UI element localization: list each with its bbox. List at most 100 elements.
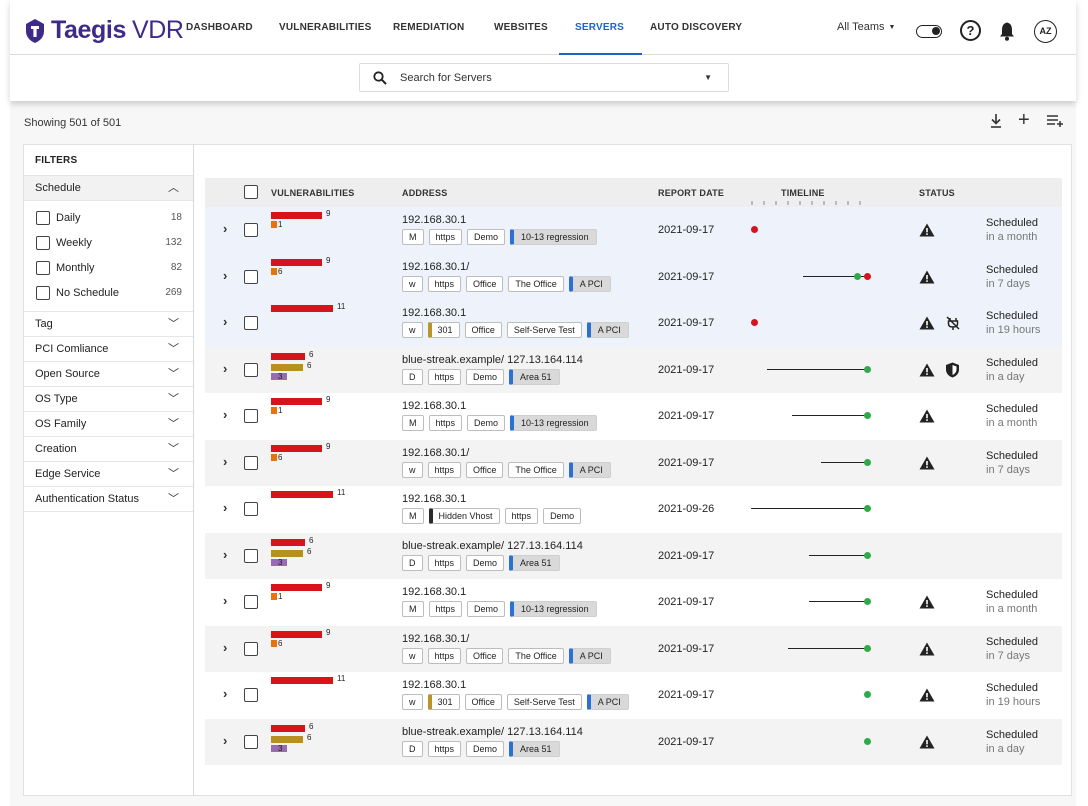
- table-row[interactable]: › 9 1 192.168.30.1 Mhttps Demo 10-13 regressio…: [205, 579, 1062, 626]
- table-row[interactable]: › 6 6 3 blue-streak.example/ 127.13.164.114 D…: [205, 532, 1062, 579]
- tag-chip[interactable]: The Office: [508, 647, 564, 664]
- filter-section-edge-service[interactable]: Edge Service ﹀: [24, 462, 193, 487]
- tag-chip[interactable]: Demo: [543, 508, 582, 524]
- expand-chevron-icon[interactable]: ›: [223, 268, 227, 283]
- tag-chip[interactable]: A PCI: [586, 322, 629, 338]
- timeline-dot-green[interactable]: [864, 644, 871, 652]
- row-checkbox[interactable]: [244, 688, 258, 702]
- tag-chip[interactable]: The Office: [508, 461, 564, 478]
- tag-chip[interactable]: A PCI: [568, 461, 611, 478]
- tab-vulnerabilities[interactable]: VULNERABILITIES: [279, 0, 371, 55]
- table-row[interactable]: › 9 6 192.168.30.1/w https Office The Office A …: [205, 439, 1062, 486]
- timeline-dot-red[interactable]: [751, 226, 758, 233]
- table-row[interactable]: › 11 192.168.30.1 w 301 Office Self-Serve Test…: [205, 300, 1062, 347]
- download-icon[interactable]: [989, 113, 1003, 134]
- timeline-dot-green[interactable]: [854, 272, 861, 280]
- tag-chip[interactable]: M: [402, 508, 424, 524]
- header-address[interactable]: ADDRESS: [402, 188, 447, 198]
- tag-chip[interactable]: Area 51: [509, 368, 560, 385]
- timeline-dot-green[interactable]: [864, 551, 871, 559]
- tag-chip[interactable]: https: [428, 601, 463, 617]
- warning-icon[interactable]: [919, 270, 935, 289]
- tag-chip[interactable]: 10-13 regression: [510, 415, 597, 431]
- filter-section-tag[interactable]: Tag ﹀: [24, 312, 193, 337]
- tag-chip[interactable]: D: [402, 554, 423, 571]
- expand-chevron-icon[interactable]: ›: [223, 361, 227, 376]
- filter-option-weekly[interactable]: Weekly 132: [24, 230, 193, 255]
- expand-chevron-icon[interactable]: ›: [223, 686, 227, 701]
- tag-chip[interactable]: https: [504, 508, 539, 524]
- tag-chip[interactable]: 10-13 regression: [510, 601, 597, 617]
- tag-chip[interactable]: A PCI: [568, 647, 611, 664]
- expand-chevron-icon[interactable]: ›: [223, 593, 227, 608]
- table-row[interactable]: › 6 6 3 blue-streak.example/ 127.13.164.114 D…: [205, 346, 1062, 393]
- row-checkbox[interactable]: [244, 455, 258, 470]
- filter-section-authentication-status[interactable]: Authentication Status ﹀: [24, 487, 193, 512]
- tag-chip[interactable]: D: [402, 740, 423, 757]
- table-row[interactable]: › 11 192.168.30.1 M Hidden Vhost https Demo 202…: [205, 486, 1062, 533]
- filter-section-creation[interactable]: Creation ﹀: [24, 437, 193, 462]
- tag-chip[interactable]: https: [427, 461, 462, 478]
- expand-chevron-icon[interactable]: ›: [223, 314, 227, 329]
- checkbox[interactable]: [36, 235, 50, 250]
- tag-chip[interactable]: https: [427, 647, 462, 664]
- tag-chip[interactable]: 301: [427, 322, 460, 338]
- tag-chip[interactable]: Office: [466, 461, 504, 478]
- tag-chip[interactable]: w: [402, 694, 423, 710]
- tag-chip[interactable]: D: [402, 368, 423, 385]
- header-report-date[interactable]: REPORT DATE: [658, 188, 724, 198]
- checkbox[interactable]: [36, 210, 50, 225]
- table-row[interactable]: › 9 1 192.168.30.1 Mhttps Demo 10-13 regressio…: [205, 393, 1062, 440]
- table-row[interactable]: › 9 1 192.168.30.1 Mhttps Demo 10-13 regressio…: [205, 207, 1062, 254]
- table-row[interactable]: › 11 192.168.30.1 w 301 Office Self-Serve Test…: [205, 672, 1062, 719]
- tag-chip[interactable]: A PCI: [586, 694, 629, 710]
- filter-option-no-schedule[interactable]: No Schedule 269: [24, 280, 193, 305]
- search-dropdown-caret-icon[interactable]: ▼: [704, 73, 712, 82]
- timeline-dot-green[interactable]: [864, 737, 871, 745]
- tag-chip[interactable]: w: [402, 275, 423, 292]
- tab-websites[interactable]: WEBSITES: [494, 0, 548, 55]
- tab-dashboard[interactable]: DASHBOARD: [186, 0, 253, 55]
- timeline-dot-red[interactable]: [864, 272, 871, 280]
- timeline-dot-green[interactable]: [864, 458, 871, 466]
- checkbox[interactable]: [36, 260, 50, 275]
- expand-chevron-icon[interactable]: ›: [223, 407, 227, 422]
- warning-icon[interactable]: [919, 642, 935, 661]
- timeline-dot-green[interactable]: [864, 691, 871, 698]
- tag-chip[interactable]: Demo: [467, 229, 506, 245]
- table-row[interactable]: › 9 6 192.168.30.1/w https Office The Office A …: [205, 253, 1062, 300]
- tag-chip[interactable]: Office: [464, 694, 502, 710]
- timeline-dot-green[interactable]: [864, 365, 871, 373]
- tag-chip[interactable]: https: [428, 415, 463, 431]
- tag-chip[interactable]: M: [402, 415, 424, 431]
- tab-auto-discovery[interactable]: AUTO DISCOVERY: [650, 0, 742, 55]
- team-selector[interactable]: All Teams ▼: [837, 21, 895, 33]
- timeline-dot-red[interactable]: [751, 319, 758, 326]
- expand-chevron-icon[interactable]: ›: [223, 454, 227, 469]
- checkbox[interactable]: [36, 285, 50, 300]
- warning-icon[interactable]: [919, 688, 935, 707]
- warning-icon[interactable]: [919, 735, 935, 754]
- table-row[interactable]: › 6 6 3 blue-streak.example/ 127.13.164.114 D…: [205, 718, 1062, 765]
- timeline-dot-green[interactable]: [864, 412, 871, 419]
- user-avatar[interactable]: AZ: [1034, 20, 1057, 43]
- tab-servers[interactable]: SERVERS: [558, 0, 643, 55]
- warning-icon[interactable]: [919, 595, 935, 614]
- warning-icon[interactable]: [919, 316, 935, 335]
- tag-chip[interactable]: A PCI: [568, 275, 611, 292]
- tag-chip[interactable]: https: [427, 554, 462, 571]
- expand-chevron-icon[interactable]: ›: [223, 547, 227, 562]
- filter-option-monthly[interactable]: Monthly 82: [24, 255, 193, 280]
- row-checkbox[interactable]: [244, 548, 258, 563]
- filter-section-open-source[interactable]: Open Source ﹀: [24, 362, 193, 387]
- header-status[interactable]: STATUS: [919, 188, 955, 198]
- search-input[interactable]: [400, 70, 700, 86]
- add-column-icon[interactable]: [1046, 114, 1064, 133]
- row-checkbox[interactable]: [244, 595, 258, 609]
- tag-chip[interactable]: Area 51: [509, 740, 560, 757]
- tag-chip[interactable]: https: [427, 368, 462, 385]
- tag-chip[interactable]: 10-13 regression: [510, 229, 597, 245]
- tag-chip[interactable]: 301: [427, 694, 460, 710]
- expand-chevron-icon[interactable]: ›: [223, 500, 227, 515]
- help-icon[interactable]: ?: [960, 20, 981, 41]
